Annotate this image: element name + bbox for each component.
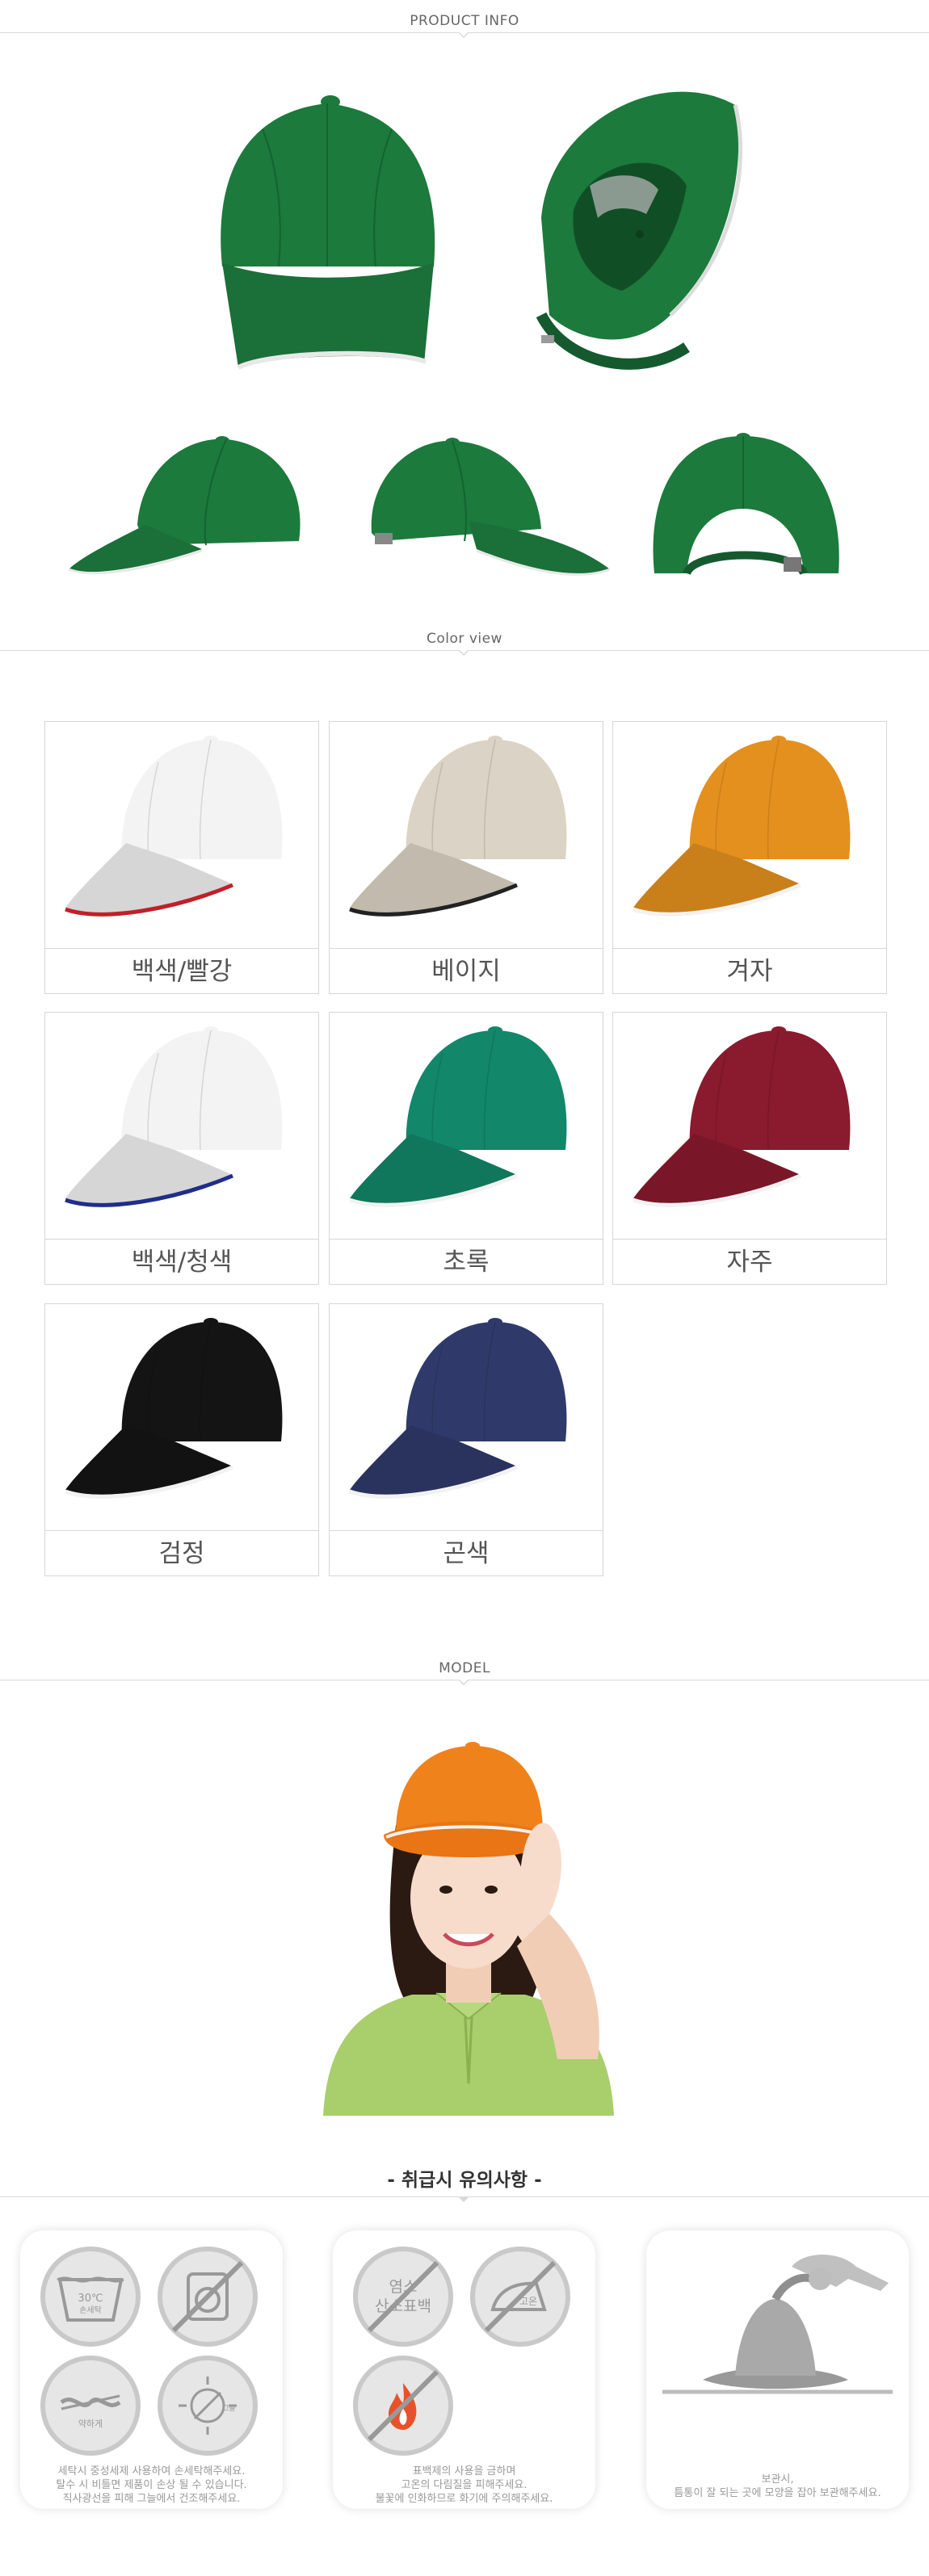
no-high-iron-icon: 고온: [470, 2247, 570, 2347]
care-text-bleach-iron: 표백제의 사용을 금하며 고온의 다림질을 피해주세요. 불꽃에 인화하므로 화…: [333, 2465, 595, 2506]
color-option-label: 백색/청색: [45, 1239, 318, 1284]
svg-text:산소표백: 산소표백: [375, 2297, 431, 2315]
no-bleach-icon: 염소 산소표백: [353, 2247, 453, 2347]
care-card-bleach-iron: 염소 산소표백 고온 표백제의 사용을 금하며 고온의 다림질을 피해주세요. …: [333, 2230, 595, 2509]
shade-dry-icon: 그늘: [158, 2356, 258, 2456]
care-text-storage: 보관시, 틈통이 잘 되는 곳에 모양을 잡아 보관해주세요.: [646, 2473, 909, 2500]
cap-image: [633, 1026, 851, 1207]
cap-image: [349, 1026, 567, 1207]
care-text-line: 직사광선을 피해 그늘에서 건조해주세요.: [62, 2493, 241, 2505]
color-option-card[interactable]: 자주: [612, 1012, 887, 1285]
product-inside-view: [536, 91, 743, 370]
care-text-line: 표백제의 사용을 금하며: [412, 2465, 516, 2477]
product-detail-page: PRODUCT INFO Color view 백색/빨강 베이지 겨자 백색/…: [0, 0, 929, 2576]
color-option-card[interactable]: 백색/빨강: [44, 721, 319, 994]
care-text-line: 보관시,: [761, 2473, 794, 2486]
cap-image: [65, 1026, 283, 1207]
hand-wash-icon: 30℃ 손세탁: [40, 2247, 141, 2347]
cap-image: [65, 736, 283, 917]
color-option-label: 자주: [613, 1239, 886, 1284]
color-option-card[interactable]: 백색/청색: [44, 1012, 319, 1285]
color-option-card[interactable]: 겨자: [612, 721, 887, 994]
color-option-label: 검정: [45, 1530, 318, 1575]
color-option-card[interactable]: 베이지: [329, 721, 603, 994]
product-side-left-view: [68, 436, 301, 575]
care-section-title: - 취급시 유의사항 -: [387, 2170, 542, 2191]
cap-image: [349, 1318, 567, 1499]
section-title: PRODUCT INFO: [410, 13, 519, 29]
care-text-washing: 세탁시 중성세제 사용하여 손세탁해주세요. 탈수 시 비틀면 제품이 손상 될…: [20, 2465, 283, 2506]
no-fire-icon: [353, 2356, 453, 2456]
care-text-line: 탈수 시 비틀면 제품이 손상 될 수 있습니다.: [56, 2479, 247, 2491]
care-card-washing: 30℃ 손세탁 약하게 그늘 세탁시 중성세제 사용하여 손세탁해주세요. 탈수…: [20, 2230, 283, 2509]
care-text-line: 불꽃에 인화하므로 화기에 주의해주세요.: [375, 2493, 553, 2505]
svg-text:약하게: 약하게: [78, 2418, 103, 2429]
divider-notch: [458, 2196, 469, 2202]
cap-image: [349, 736, 567, 917]
section-header-product-info: PRODUCT INFO: [0, 8, 929, 40]
cap-image: [633, 736, 851, 917]
color-option-label: 베이지: [330, 948, 603, 993]
color-option-card[interactable]: 곤색: [329, 1303, 603, 1576]
color-option-label: 초록: [330, 1239, 603, 1284]
svg-text:30℃: 30℃: [78, 2293, 103, 2305]
color-option-label: 곤색: [330, 1530, 603, 1575]
svg-text:그늘: 그늘: [222, 2404, 236, 2413]
divider-notch: [458, 1679, 469, 1685]
color-option-card[interactable]: 초록: [329, 1012, 603, 1285]
svg-text:손세탁: 손세탁: [79, 2305, 102, 2315]
product-back-view: [653, 433, 839, 576]
no-machine-wash-icon: [158, 2247, 258, 2347]
care-card-storage: 보관시, 틈통이 잘 되는 곳에 모양을 잡아 보관해주세요.: [646, 2230, 909, 2509]
care-text-line: 세탁시 중성세제 사용하여 손세탁해주세요.: [57, 2465, 246, 2477]
storage-illustration: [662, 2255, 893, 2394]
section-header-model: MODEL: [0, 1655, 929, 1688]
care-text-line: 고온의 다림질을 피해주세요.: [401, 2479, 528, 2491]
product-front-view: [221, 95, 435, 370]
divider-notch: [458, 31, 469, 38]
divider-notch: [458, 649, 469, 656]
section-title: Color view: [427, 631, 502, 647]
color-option-card[interactable]: 검정: [44, 1303, 319, 1576]
care-text-line: 틈통이 잘 되는 곳에 모양을 잡아 보관해주세요.: [674, 2487, 881, 2499]
color-option-label: 겨자: [613, 948, 886, 993]
color-option-label: 백색/빨강: [45, 948, 318, 993]
product-side-right-view: [371, 438, 611, 576]
section-title: MODEL: [439, 1660, 490, 1676]
no-wring-icon: 약하게: [40, 2356, 141, 2456]
model-photo: [323, 1742, 614, 2116]
cap-image: [65, 1318, 283, 1499]
section-header-color-view: Color view: [0, 626, 929, 658]
